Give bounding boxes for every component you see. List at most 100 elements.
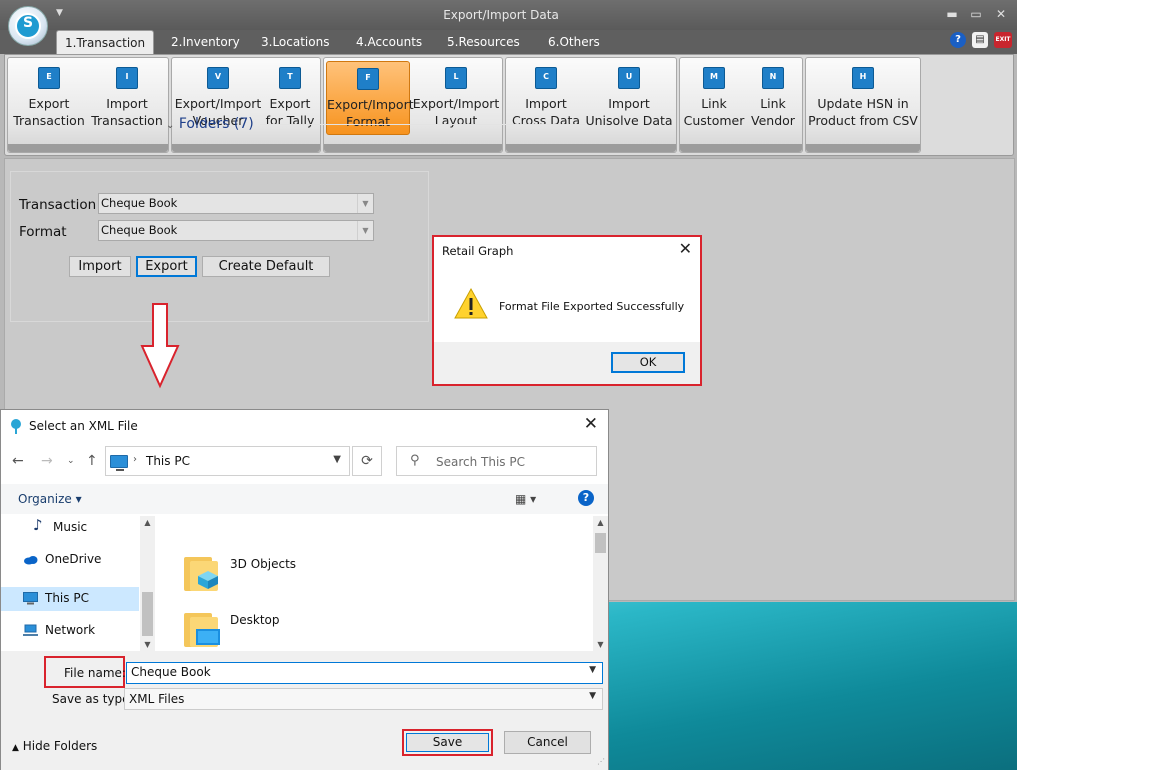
- window-title: Export/Import Data: [443, 8, 559, 22]
- down-arrow-annotation: [140, 303, 180, 389]
- this-pc-icon: [110, 455, 128, 471]
- update-hsn-button[interactable]: H Update HSN in Product from CSV: [808, 61, 918, 135]
- file-name-input[interactable]: Cheque Book ▼: [126, 662, 603, 684]
- tab-transaction[interactable]: 1.Transaction: [56, 30, 155, 54]
- search-icon: ⚲: [410, 453, 420, 468]
- file-scrollbar[interactable]: ▲ ▼: [593, 516, 608, 651]
- transaction-select[interactable]: Cheque Book ▼: [98, 193, 374, 214]
- folder-3d-objects-icon[interactable]: [184, 551, 222, 591]
- ribbon-group-format: F Export/Import Format L Export/Import L…: [323, 57, 503, 153]
- chevron-down-icon[interactable]: ▼: [589, 665, 596, 675]
- restore-button[interactable]: ▭: [968, 6, 984, 22]
- ok-button[interactable]: OK: [611, 352, 685, 373]
- hsn-icon: H: [852, 67, 874, 89]
- up-arrow-icon[interactable]: ↑: [86, 453, 98, 469]
- chevron-down-icon[interactable]: ▼: [333, 454, 341, 465]
- import-unisolve-data-button[interactable]: U Import Unisolve Data: [584, 61, 674, 135]
- message-text: Format File Exported Successfully: [499, 300, 685, 313]
- recent-locations-icon[interactable]: ⌄: [67, 456, 75, 466]
- close-icon[interactable]: ✕: [584, 414, 598, 434]
- address-bar[interactable]: › This PC ▼: [105, 446, 350, 476]
- tab-resources[interactable]: 5.Resources: [439, 30, 528, 54]
- link-vendor-button[interactable]: N Link Vendor: [746, 61, 800, 135]
- ribbon-group-import-data: C Import Cross Data U Import Unisolve Da…: [505, 57, 677, 153]
- close-window-button[interactable]: ✕: [993, 6, 1009, 22]
- chevron-down-icon[interactable]: ▼: [357, 221, 373, 240]
- refresh-button[interactable]: ⟳: [352, 446, 382, 476]
- resize-grip-icon[interactable]: ⋰: [597, 757, 605, 766]
- cancel-button[interactable]: Cancel: [504, 731, 591, 754]
- folders-group-header[interactable]: ⌄ Folders (7): [166, 116, 254, 132]
- notes-icon[interactable]: ▤: [972, 32, 988, 48]
- search-placeholder: Search This PC: [436, 455, 525, 469]
- format-label: Format: [19, 224, 67, 240]
- save-button-highlight: Save: [402, 729, 493, 756]
- import-button[interactable]: Import: [69, 256, 131, 277]
- tab-others[interactable]: 6.Others: [540, 30, 608, 54]
- nav-item-onedrive[interactable]: OneDrive: [1, 548, 139, 572]
- export-transaction-button[interactable]: E Export Transaction: [10, 61, 88, 135]
- tab-inventory[interactable]: 2.Inventory: [163, 30, 248, 54]
- view-options-icon[interactable]: ▦ ▾: [515, 492, 536, 506]
- close-icon[interactable]: ✕: [679, 239, 692, 258]
- music-icon: ♪: [33, 516, 43, 534]
- file-name-label: File name:: [64, 666, 126, 680]
- organize-menu[interactable]: Organize ▾: [18, 492, 82, 506]
- save-button[interactable]: Save: [406, 733, 489, 752]
- tab-accounts[interactable]: 4.Accounts: [348, 30, 430, 54]
- ribbon-group-transaction: E Export Transaction I Import Transactio…: [7, 57, 169, 153]
- ribbon-group-hsn: H Update HSN in Product from CSV: [805, 57, 921, 153]
- chevron-down-icon[interactable]: ▼: [589, 691, 596, 701]
- help-icon[interactable]: ?: [578, 490, 594, 506]
- navigation-pane: ♪ Music OneDrive This PC Network ▲ ▼: [1, 516, 155, 651]
- app-small-icon: [11, 419, 21, 434]
- file-pane: ▲ ▼: [157, 516, 608, 651]
- ribbon-tabs: 1.Transaction 2.Inventory 3.Locations 4.…: [0, 30, 1017, 54]
- folder-label-desktop[interactable]: Desktop: [230, 613, 280, 627]
- warning-icon: [454, 287, 488, 319]
- breadcrumb-separator-icon: ›: [133, 454, 137, 465]
- tab-locations[interactable]: 3.Locations: [253, 30, 337, 54]
- nav-item-network[interactable]: Network: [1, 619, 139, 643]
- forward-arrow-icon[interactable]: →: [41, 453, 53, 469]
- back-arrow-icon[interactable]: ←: [12, 453, 24, 469]
- cross-data-icon: C: [535, 67, 557, 89]
- search-input[interactable]: ⚲ Search This PC: [396, 446, 597, 476]
- format-select[interactable]: Cheque Book ▼: [98, 220, 374, 241]
- voucher-icon: V: [207, 67, 229, 89]
- ribbon-panel: E Export Transaction I Import Transactio…: [4, 54, 1014, 156]
- tally-icon: T: [279, 67, 301, 89]
- title-bar: ▼ Export/Import Data ▬ ▭ ✕: [0, 0, 1017, 30]
- link-vendor-icon: N: [762, 67, 784, 89]
- chevron-up-icon: ▲: [12, 743, 19, 753]
- nav-item-this-pc[interactable]: This PC: [1, 587, 139, 611]
- link-customer-icon: M: [703, 67, 725, 89]
- create-default-button[interactable]: Create Default: [202, 256, 330, 277]
- link-customer-button[interactable]: M Link Customer: [682, 61, 746, 135]
- nav-scrollbar[interactable]: ▲ ▼: [140, 516, 155, 651]
- nav-item-music[interactable]: ♪ Music: [1, 516, 139, 540]
- import-transaction-icon: I: [116, 67, 138, 89]
- minimize-button[interactable]: ▬: [944, 6, 960, 22]
- dialog-title: Select an XML File: [29, 419, 138, 433]
- app-logo[interactable]: S: [8, 6, 48, 46]
- export-transaction-icon: E: [38, 67, 60, 89]
- help-icon[interactable]: ?: [950, 32, 966, 48]
- folder-label-3d-objects[interactable]: 3D Objects: [230, 557, 296, 571]
- message-box: Retail Graph ✕ Format File Exported Succ…: [432, 235, 702, 386]
- save-as-type-label: Save as type:: [52, 692, 134, 706]
- network-icon: [23, 624, 38, 636]
- format-icon: F: [357, 68, 379, 90]
- import-transaction-button[interactable]: I Import Transaction: [88, 61, 166, 135]
- hide-folders-button[interactable]: ▲ Hide Folders: [12, 739, 97, 753]
- export-button[interactable]: Export: [136, 256, 197, 277]
- exit-icon[interactable]: EXIT: [994, 32, 1012, 48]
- ribbon-group-voucher: V Export/Import Voucher T Export for Tal…: [171, 57, 321, 153]
- message-box-title: Retail Graph: [442, 244, 514, 258]
- chevron-down-icon[interactable]: ▼: [357, 194, 373, 213]
- folder-desktop-icon[interactable]: [184, 607, 222, 647]
- unisolve-icon: U: [618, 67, 640, 89]
- save-as-type-select[interactable]: XML Files ▼: [124, 688, 603, 710]
- ribbon-group-link: M Link Customer N Link Vendor: [679, 57, 803, 153]
- computer-icon: [23, 592, 38, 605]
